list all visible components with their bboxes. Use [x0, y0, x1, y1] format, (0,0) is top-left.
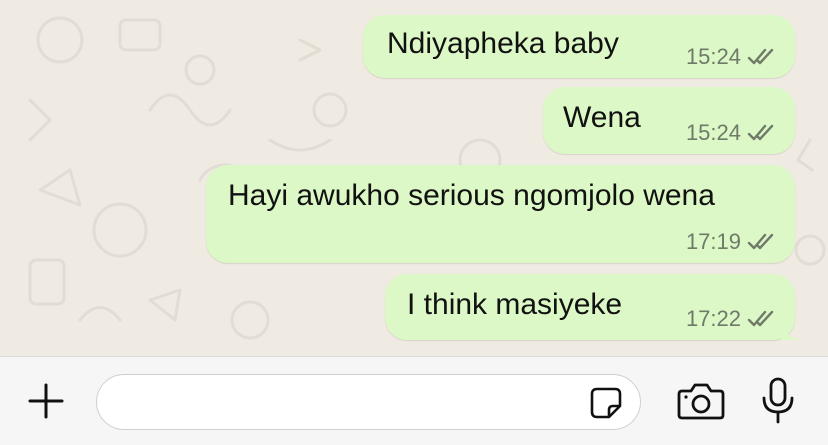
message-meta: 17:19 — [686, 229, 775, 255]
message-meta: 15:24 — [686, 44, 775, 70]
sticker-icon — [590, 387, 622, 419]
message-text: I think masiyeke — [407, 288, 623, 321]
message-list[interactable]: Ndiyapheka baby 15:24 Wena 15:24 Hayi aw… — [0, 0, 828, 356]
message-meta: 15:24 — [686, 120, 775, 146]
message-text: Wena — [563, 101, 641, 134]
message-time: 17:19 — [685, 229, 741, 254]
message-text: Ndiyapheka baby — [387, 27, 619, 60]
bubble-tail — [781, 318, 801, 340]
double-check-icon — [747, 48, 774, 65]
attach-button[interactable] — [22, 377, 70, 425]
camera-button[interactable] — [673, 377, 729, 425]
message-bubble-outgoing[interactable]: I think masiyeke 17:22 — [385, 274, 801, 340]
message-bubble-outgoing[interactable]: Wena 15:24 — [543, 87, 795, 154]
message-text: Hayi awukho serious ngomjolo wena — [228, 179, 715, 212]
double-check-icon — [747, 233, 774, 250]
sticker-button[interactable] — [588, 385, 624, 421]
microphone-icon — [762, 377, 794, 424]
message-time: 15:24 — [685, 120, 741, 145]
camera-icon — [677, 383, 725, 420]
message-bubble-outgoing[interactable]: Ndiyapheka baby 15:24 — [363, 15, 795, 78]
microphone-button[interactable] — [754, 375, 802, 427]
message-time: 15:24 — [685, 44, 741, 69]
plus-icon — [28, 383, 64, 419]
composer-bar — [0, 356, 828, 445]
message-input[interactable] — [115, 381, 579, 425]
chat-screen: Ndiyapheka baby 15:24 Wena 15:24 Hayi aw… — [0, 0, 828, 445]
double-check-icon — [747, 124, 774, 141]
message-meta: 17:22 — [686, 306, 775, 332]
message-bubble-outgoing[interactable]: Hayi awukho serious ngomjolo wena 17:19 — [206, 165, 795, 263]
message-time: 17:22 — [685, 306, 741, 331]
message-input-wrapper[interactable] — [96, 374, 641, 430]
double-check-icon — [747, 310, 774, 327]
